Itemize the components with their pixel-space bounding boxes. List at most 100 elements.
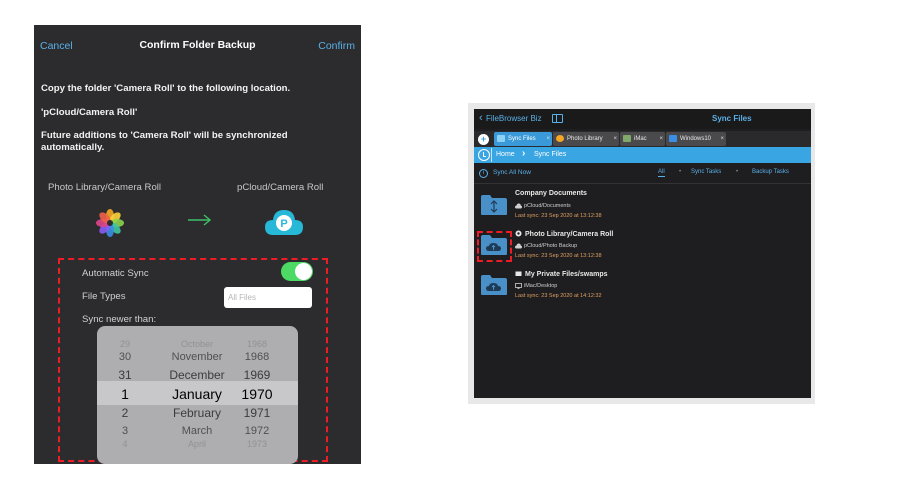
automatic-sync-toggle[interactable]	[281, 262, 313, 281]
picker-year[interactable]: 1968	[235, 351, 279, 363]
breadcrumb: Home › Sync Files	[474, 147, 811, 163]
sync-task-row[interactable]: Company Documents pCloud/Documents Last …	[474, 187, 811, 227]
folder-cloud-icon	[481, 275, 507, 295]
task-name-text: My Private Files/swamps	[525, 271, 608, 278]
sidebar-toggle-icon[interactable]	[552, 114, 563, 123]
message-destination: 'pCloud/Camera Roll'	[41, 107, 138, 118]
tab-photo-library[interactable]: Photo Library ×	[553, 132, 619, 146]
close-tab-icon[interactable]: ×	[720, 132, 724, 146]
sync-task-row[interactable]: My Private Files/swamps iMac/Desktop Las…	[474, 267, 811, 307]
svg-text:P: P	[280, 218, 287, 230]
picker-year[interactable]: 1973	[235, 439, 279, 449]
task-name: Company Documents	[515, 190, 587, 197]
tab-label: Windows10	[680, 136, 712, 142]
picker-day[interactable]: 31	[103, 368, 147, 382]
confirm-button[interactable]: Confirm	[318, 40, 355, 52]
date-picker[interactable]: 29 30 31 1 2 3 4 October November Decemb…	[97, 326, 298, 464]
pcloud-icon: P	[265, 210, 303, 235]
photos-icon	[515, 230, 522, 237]
tab-imac[interactable]: iMac ×	[620, 132, 665, 146]
picker-year[interactable]: 1971	[235, 406, 279, 420]
windows-icon	[669, 135, 677, 142]
tab-label: iMac	[634, 136, 647, 142]
cloud-icon	[515, 243, 522, 249]
picker-month[interactable]: December	[147, 368, 247, 382]
arrow-right-icon	[188, 214, 212, 226]
picker-day-selected[interactable]: 1	[103, 386, 147, 402]
folder-icon	[497, 135, 505, 142]
source-location-label: Photo Library/Camera Roll	[48, 182, 162, 193]
automatic-sync-label: Automatic Sync	[82, 268, 149, 279]
sync-toolbar: i Sync All Now All • Sync Tasks • Backup…	[474, 167, 811, 181]
picker-year[interactable]: 1968	[235, 339, 279, 349]
folder-small-icon	[515, 271, 522, 276]
picker-year[interactable]: 1972	[235, 425, 279, 437]
divider	[474, 183, 811, 184]
close-tab-icon[interactable]: ×	[546, 132, 550, 146]
tab-label: Photo Library	[567, 136, 603, 142]
screenshot-canvas: Cancel Confirm Folder Backup Confirm Cop…	[0, 0, 900, 500]
picker-month[interactable]: February	[147, 406, 247, 420]
info-icon[interactable]: i	[479, 169, 488, 178]
picker-month-selected[interactable]: January	[147, 386, 247, 402]
task-location: pCloud/Documents	[524, 203, 571, 209]
picker-month[interactable]: November	[147, 351, 247, 363]
filter-all-tab[interactable]: All	[658, 169, 665, 177]
close-tab-icon[interactable]: ×	[659, 132, 663, 146]
folder-sync-icon	[481, 195, 507, 215]
task-name: Photo Library/Camera Roll	[515, 230, 613, 238]
sync-all-now-button[interactable]: Sync All Now	[493, 169, 531, 176]
picker-year[interactable]: 1969	[235, 368, 279, 382]
confirm-folder-backup-screen: Cancel Confirm Folder Backup Confirm Cop…	[34, 25, 361, 464]
tab-sync-files[interactable]: Sync Files ×	[494, 132, 552, 146]
picker-month[interactable]: April	[147, 439, 247, 449]
add-tab-icon[interactable]: +	[478, 134, 489, 145]
history-icon[interactable]	[478, 149, 490, 161]
filter-separator-dot: •	[679, 169, 682, 175]
nav-bar: Cancel Confirm Folder Backup Confirm	[34, 25, 361, 67]
file-types-input[interactable]	[224, 287, 312, 308]
filter-separator-dot: •	[736, 169, 739, 175]
page-title: Confirm Folder Backup	[139, 39, 256, 51]
tab-label: Sync Files	[508, 136, 536, 142]
sync-files-screen: ‹ FileBrowser Biz Sync Files + Sync File…	[474, 109, 811, 398]
sync-task-row[interactable]: Photo Library/Camera Roll pCloud/Photo B…	[474, 227, 811, 267]
picker-month[interactable]: October	[147, 339, 247, 349]
task-last-sync: Last sync: 23 Sep 2020 at 14:12:32	[515, 293, 602, 299]
picker-month[interactable]: March	[147, 425, 247, 437]
tab-bar: + Sync Files × Photo Library × iMac × Wi…	[474, 131, 811, 147]
chevron-right-icon: ›	[522, 148, 526, 159]
task-name: My Private Files/swamps	[515, 270, 607, 278]
cloud-icon	[515, 203, 522, 209]
imac-icon	[623, 135, 631, 142]
filter-sync-tasks-tab[interactable]: Sync Tasks	[691, 169, 721, 175]
imac-icon	[515, 283, 522, 289]
message-copy-folder: Copy the folder 'Camera Roll' to the fol…	[41, 83, 291, 94]
task-location: iMac/Desktop	[524, 283, 558, 289]
picker-year-selected[interactable]: 1970	[235, 386, 279, 402]
picker-day[interactable]: 29	[103, 339, 147, 349]
picker-day[interactable]: 3	[103, 425, 147, 437]
close-tab-icon[interactable]: ×	[613, 132, 617, 146]
task-location: pCloud/Photo Backup	[524, 243, 578, 249]
title-bar: ‹ FileBrowser Biz Sync Files	[474, 109, 811, 129]
back-button[interactable]: FileBrowser Biz	[486, 114, 542, 123]
picker-day[interactable]: 30	[103, 351, 147, 363]
photos-icon	[556, 135, 564, 142]
breadcrumb-divider	[491, 148, 492, 162]
filter-backup-tasks-tab[interactable]: Backup Tasks	[752, 169, 789, 175]
photos-app-icon	[96, 209, 124, 237]
file-types-label: File Types	[82, 291, 126, 302]
destination-location-label: pCloud/Camera Roll	[237, 182, 324, 193]
page-title: Sync Files	[712, 114, 752, 123]
toggle-knob	[295, 263, 312, 280]
picker-day[interactable]: 4	[103, 439, 147, 449]
picker-day[interactable]: 2	[103, 406, 147, 420]
message-future-additions: Future additions to 'Camera Roll' will b…	[41, 130, 288, 153]
task-last-sync: Last sync: 23 Sep 2020 at 13:12:38	[515, 253, 602, 259]
breadcrumb-home[interactable]: Home	[496, 151, 515, 158]
tab-windows10[interactable]: Windows10 ×	[666, 132, 726, 146]
chevron-left-icon[interactable]: ‹	[479, 112, 483, 124]
task-last-sync: Last sync: 23 Sep 2020 at 13:12:38	[515, 213, 602, 219]
breadcrumb-current[interactable]: Sync Files	[534, 151, 566, 158]
